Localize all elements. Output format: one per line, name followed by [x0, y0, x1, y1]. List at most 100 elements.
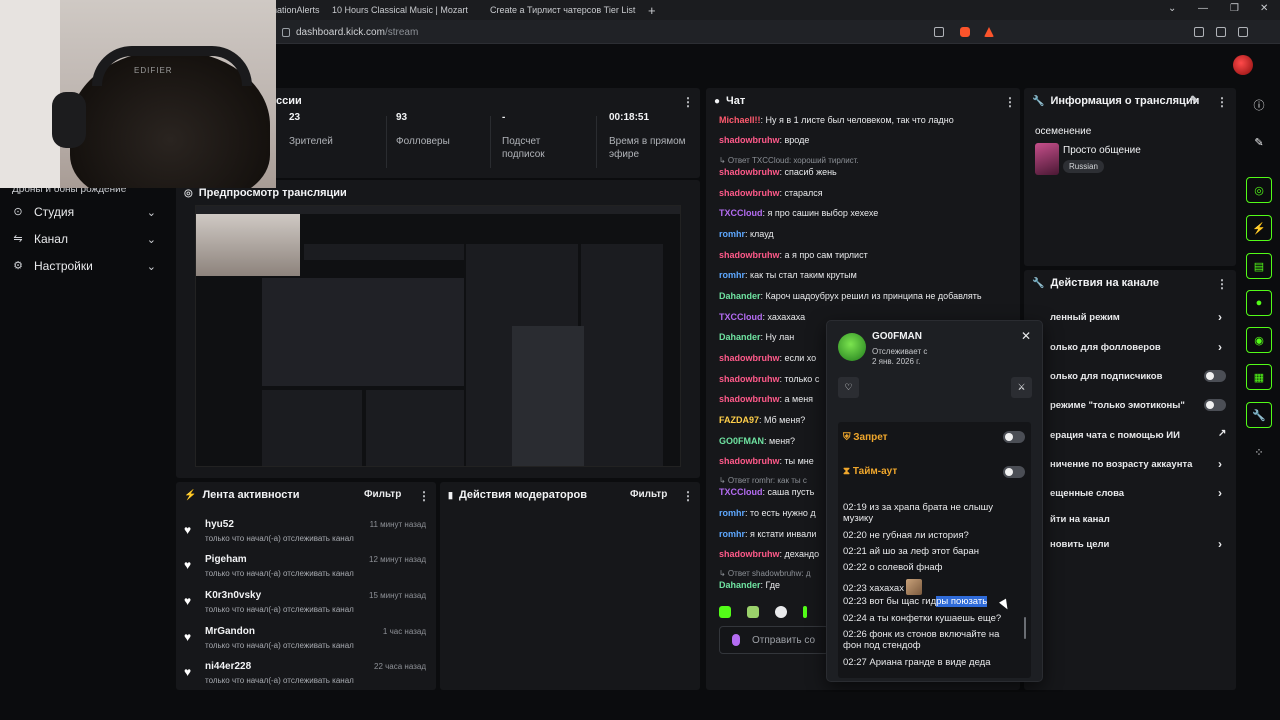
chat-username[interactable]: GO0FMAN	[719, 436, 764, 446]
emote-icon[interactable]	[803, 606, 807, 618]
timestamp: 1 час назад	[382, 627, 426, 636]
menu-icon[interactable]	[1194, 27, 1204, 37]
brave-rewards-icon[interactable]	[984, 27, 994, 37]
stream-preview-video[interactable]	[195, 205, 681, 467]
chat-username[interactable]: shadowbruhw	[719, 353, 780, 363]
more-options-icon[interactable]: ⋮	[682, 489, 694, 503]
info-icon[interactable]: ⓘ	[1246, 92, 1272, 118]
minimize-icon[interactable]: —	[1198, 3, 1208, 14]
timeout-toggle[interactable]	[1003, 466, 1025, 478]
sidebar-icon[interactable]	[1216, 27, 1226, 37]
chat-username[interactable]: Michaell!!	[719, 115, 761, 125]
avatar[interactable]	[1233, 55, 1253, 75]
more-options-icon[interactable]: ⋮	[1004, 95, 1016, 109]
chat-username[interactable]: romhr	[719, 508, 745, 518]
channel-action-item[interactable]: ещенные слова ›	[1050, 486, 1230, 500]
channel-action-item[interactable]: йти на канал	[1050, 514, 1230, 525]
chat-username[interactable]: TXCCloud	[719, 312, 763, 322]
sidebar-item-settings[interactable]: ⚙ Настройки ⌄	[12, 256, 162, 276]
restore-icon[interactable]: ❐	[1230, 3, 1239, 14]
ban-toggle[interactable]	[1003, 431, 1025, 443]
chat-username[interactable]: shadowbruhw	[719, 188, 780, 198]
chat-username[interactable]: romhr	[719, 529, 745, 539]
chat-username[interactable]: FAZDA97	[719, 415, 759, 425]
chat-username[interactable]: shadowbruhw	[719, 250, 780, 260]
mod-button[interactable]: ⚔	[1011, 377, 1032, 398]
filter-button[interactable]: Фильтр	[364, 489, 401, 500]
chat-username[interactable]: Dahander	[719, 291, 761, 301]
list-item[interactable]: ♥ hyu52 только что начал(-а) отслеживать…	[184, 519, 430, 551]
panel-title: Информация о трансляции	[1050, 95, 1200, 107]
tab-search-icon[interactable]: ⌄	[1168, 3, 1176, 14]
user-message: 02:27 Ариана гранде в виде деда	[843, 657, 1019, 668]
channel-action-item[interactable]: ерация чата с помощью ИИ ↗	[1050, 428, 1230, 441]
message-text: о солевой фнаф	[869, 562, 943, 573]
chat-username[interactable]: Dahander	[719, 332, 761, 342]
url-field[interactable]: dashboard.kick.com/stream	[282, 24, 932, 40]
chat-username[interactable]: TXCCloud	[719, 487, 763, 497]
chat-username[interactable]: shadowbruhw	[719, 167, 780, 177]
channel-action-item[interactable]: ленный режим ›	[1050, 310, 1230, 324]
list-item[interactable]: ♥ Pigeham только что начал(-а) отслежива…	[184, 554, 430, 586]
chat-username[interactable]: Dahander	[719, 580, 761, 590]
channel-action-item[interactable]: олько для фолловеров ›	[1050, 340, 1230, 354]
close-window-icon[interactable]: ✕	[1260, 3, 1268, 14]
edit-icon[interactable]: ✎	[1190, 95, 1198, 106]
list-item[interactable]: ♥ K0r3n0vsky только что начал(-а) отслеж…	[184, 590, 430, 622]
share-icon[interactable]	[934, 27, 944, 37]
username[interactable]: GO0FMAN	[872, 331, 922, 342]
more-options-icon[interactable]: ⋮	[1216, 95, 1228, 109]
channel-action-item[interactable]: новить цели ›	[1050, 537, 1230, 551]
channel-action-item[interactable]: режиме "только эмотиконы"	[1050, 399, 1230, 411]
user-message: 02:26 фонк из стонов включайте на фон по…	[843, 629, 1019, 651]
chat-icon[interactable]: ●	[1246, 290, 1272, 316]
apps-icon[interactable]: ⁘	[1246, 439, 1272, 465]
chat-username[interactable]: shadowbruhw	[719, 549, 780, 559]
chat-username[interactable]: shadowbruhw	[719, 394, 780, 404]
emote-icon[interactable]	[719, 606, 731, 618]
close-icon[interactable]: ✕	[1021, 329, 1031, 343]
chat-username[interactable]: shadowbruhw	[719, 374, 780, 384]
chat-username[interactable]: romhr	[719, 229, 745, 239]
wrench-icon[interactable]: 🔧	[1246, 402, 1272, 428]
chat-username[interactable]: shadowbruhw	[719, 456, 780, 466]
list-item[interactable]: ♥ MrGandon только что начал(-а) отслежив…	[184, 626, 430, 658]
browser-tab[interactable]: 10 Hours Classical Music | Mozart ✕	[328, 2, 476, 18]
wallet-icon[interactable]	[1238, 27, 1248, 37]
filter-button[interactable]: Фильтр	[630, 489, 667, 500]
sidebar-item-label: Настройки	[34, 259, 93, 273]
more-options-icon[interactable]: ⋮	[418, 489, 430, 503]
list-item[interactable]: ♥ ni44er228 только что начал(-а) отслежи…	[184, 661, 430, 693]
channel-action-item[interactable]: ничение по возрасту аккаунта ›	[1050, 457, 1230, 471]
new-tab-button[interactable]: +	[648, 2, 662, 18]
emote-icon[interactable]	[775, 606, 787, 618]
chat-username[interactable]: TXCCloud	[719, 208, 763, 218]
broadcast-icon[interactable]: ◉	[1246, 327, 1272, 353]
toggle-switch[interactable]	[1204, 399, 1226, 411]
channel-action-item[interactable]: олько для подписчиков	[1050, 370, 1230, 382]
edit-icon[interactable]: ✎	[1246, 129, 1272, 155]
channel-actions-panel: 🔧 Действия на канале ⋮	[1024, 270, 1236, 690]
browser-tab[interactable]: nationAlerts	[272, 2, 320, 18]
microphone-icon[interactable]	[732, 634, 740, 646]
chat-input[interactable]: Отправить со	[719, 626, 829, 654]
emote-icon[interactable]	[747, 606, 759, 618]
more-options-icon[interactable]: ⋮	[1216, 277, 1228, 291]
more-options-icon[interactable]: ⋮	[682, 95, 694, 109]
browser-tab[interactable]: Create a Тирлист чатерсов Tier List - ✕	[486, 2, 638, 18]
brave-shield-icon[interactable]	[960, 27, 970, 37]
follow-button[interactable]: ♡	[838, 377, 859, 398]
lightning-icon[interactable]: ⚡	[1246, 215, 1272, 241]
document-icon[interactable]: ▤	[1246, 253, 1272, 279]
toggle-switch[interactable]	[1204, 370, 1226, 382]
scrollbar[interactable]	[1024, 617, 1026, 639]
sidebar-item-channel[interactable]: ⇋ Канал ⌄	[12, 229, 162, 249]
chat-text: : спасиб жень	[779, 167, 837, 177]
chat-username[interactable]: shadowbruhw	[719, 135, 780, 145]
layout-icon[interactable]: ▦	[1246, 364, 1272, 390]
more-icon[interactable]	[1262, 27, 1272, 37]
chat-text: : клауд	[745, 229, 774, 239]
chat-username[interactable]: romhr	[719, 270, 745, 280]
target-icon[interactable]: ◎	[1246, 177, 1272, 203]
sidebar-item-studio[interactable]: ⊙ Студия ⌄	[12, 202, 162, 222]
